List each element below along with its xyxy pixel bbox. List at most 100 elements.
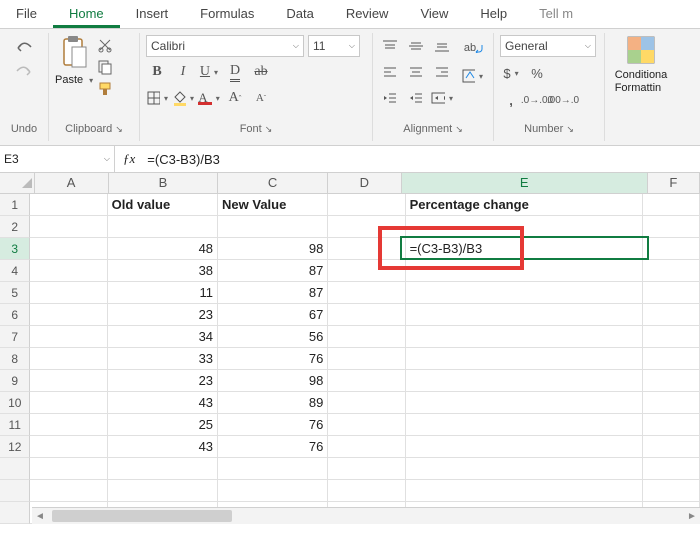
horizontal-scrollbar[interactable]: ◄ ► xyxy=(32,507,700,524)
col-header-F[interactable]: F xyxy=(648,173,700,193)
row-header[interactable]: 2 xyxy=(0,216,30,238)
redo-icon[interactable] xyxy=(14,65,34,79)
cell[interactable]: 76 xyxy=(218,348,328,370)
scroll-left-icon[interactable]: ◄ xyxy=(32,511,48,522)
grid-body[interactable]: 1 Old value New Value Percentage change … xyxy=(0,194,700,524)
col-header-D[interactable]: D xyxy=(328,173,402,193)
decrease-indent-icon[interactable] xyxy=(379,87,401,109)
tab-help[interactable]: Help xyxy=(464,0,523,28)
cell[interactable]: 11 xyxy=(108,282,218,304)
cell[interactable]: 76 xyxy=(218,436,328,458)
cell[interactable]: 87 xyxy=(218,282,328,304)
row-header[interactable]: 11 xyxy=(0,414,30,436)
strikethrough-button[interactable]: ab xyxy=(250,61,272,83)
underline-button[interactable]: U▾ xyxy=(198,61,220,83)
percent-button[interactable]: % xyxy=(526,62,548,84)
row-header[interactable]: 6 xyxy=(0,304,30,326)
tab-home[interactable]: Home xyxy=(53,0,120,28)
paste-button[interactable]: Paste▾ xyxy=(55,35,93,86)
row-header[interactable]: 1 xyxy=(0,194,30,216)
borders-button[interactable]: ▾ xyxy=(146,87,168,109)
cell[interactable]: 43 xyxy=(108,436,218,458)
row-header[interactable]: 8 xyxy=(0,348,30,370)
fill-color-button[interactable]: ▾ xyxy=(172,87,194,109)
cell[interactable]: 98 xyxy=(218,370,328,392)
fx-icon[interactable]: ƒx xyxy=(115,151,143,167)
align-middle-icon[interactable] xyxy=(405,35,427,57)
wrap-text-icon[interactable]: ab xyxy=(461,37,487,59)
tell-me[interactable]: Tell m xyxy=(523,0,589,28)
scroll-right-icon[interactable]: ► xyxy=(684,511,700,522)
cell[interactable]: 23 xyxy=(108,304,218,326)
scroll-thumb[interactable] xyxy=(52,510,232,522)
align-bottom-icon[interactable] xyxy=(431,35,453,57)
tab-view[interactable]: View xyxy=(404,0,464,28)
cell[interactable]: 48 xyxy=(108,238,218,260)
align-right-icon[interactable] xyxy=(431,61,453,83)
cell[interactable]: 98 xyxy=(218,238,328,260)
cell[interactable]: 34 xyxy=(108,326,218,348)
cell[interactable]: 38 xyxy=(108,260,218,282)
cell[interactable]: 87 xyxy=(218,260,328,282)
font-size-select[interactable]: 11⌵ xyxy=(308,35,360,57)
menu-tabs: File Home Insert Formulas Data Review Vi… xyxy=(0,0,700,29)
conditional-formatting-icon[interactable] xyxy=(626,35,656,65)
tab-formulas[interactable]: Formulas xyxy=(184,0,270,28)
align-left-icon[interactable] xyxy=(379,61,401,83)
name-box[interactable]: E3⌵ xyxy=(0,146,115,172)
decrease-decimal-icon[interactable]: .00→.0 xyxy=(552,89,574,111)
row-header[interactable]: 3 xyxy=(0,238,30,260)
row-header[interactable]: 9 xyxy=(0,370,30,392)
orientation-icon[interactable]: ▾ xyxy=(461,65,483,87)
row-header[interactable]: 10 xyxy=(0,392,30,414)
row-header[interactable] xyxy=(0,502,30,524)
cell[interactable]: 25 xyxy=(108,414,218,436)
cell[interactable]: Old value xyxy=(108,194,218,216)
cell[interactable]: 76 xyxy=(218,414,328,436)
cell[interactable]: 89 xyxy=(218,392,328,414)
undo-icon[interactable] xyxy=(14,41,34,55)
cell[interactable]: 67 xyxy=(218,304,328,326)
shrink-font-button[interactable]: Aˇ xyxy=(250,87,272,109)
row-header[interactable]: 5 xyxy=(0,282,30,304)
cut-icon[interactable] xyxy=(97,37,113,53)
double-underline-button[interactable]: D xyxy=(224,61,246,83)
align-top-icon[interactable] xyxy=(379,35,401,57)
number-format-select[interactable]: General⌵ xyxy=(500,35,596,57)
cell[interactable]: New Value xyxy=(218,194,328,216)
font-color-button[interactable]: A▾ xyxy=(198,87,220,109)
formula-input[interactable]: =(C3-B3)/B3 xyxy=(143,152,700,167)
row-header[interactable]: 4 xyxy=(0,260,30,282)
select-all-corner[interactable] xyxy=(0,173,35,193)
align-center-icon[interactable] xyxy=(405,61,427,83)
italic-button[interactable]: I xyxy=(172,61,194,83)
row-header[interactable]: 7 xyxy=(0,326,30,348)
cell[interactable]: 33 xyxy=(108,348,218,370)
col-header-B[interactable]: B xyxy=(109,173,219,193)
row-header[interactable] xyxy=(0,480,30,502)
comma-button[interactable]: , xyxy=(500,89,522,111)
cell[interactable]: 43 xyxy=(108,392,218,414)
row-header[interactable] xyxy=(0,458,30,480)
cell[interactable]: Percentage change xyxy=(406,194,644,216)
tab-file[interactable]: File xyxy=(0,0,53,28)
col-header-A[interactable]: A xyxy=(35,173,109,193)
increase-decimal-icon[interactable]: .0→.00 xyxy=(526,89,548,111)
cell[interactable]: 23 xyxy=(108,370,218,392)
grow-font-button[interactable]: Aˆ xyxy=(224,87,246,109)
tab-insert[interactable]: Insert xyxy=(120,0,185,28)
col-header-E[interactable]: E xyxy=(402,173,648,193)
row-header[interactable]: 12 xyxy=(0,436,30,458)
increase-indent-icon[interactable] xyxy=(405,87,427,109)
currency-button[interactable]: $▾ xyxy=(500,62,522,84)
cell[interactable]: 56 xyxy=(218,326,328,348)
format-painter-icon[interactable] xyxy=(97,81,113,97)
active-cell[interactable]: =(C3-B3)/B3 xyxy=(406,238,644,260)
bold-button[interactable]: B xyxy=(146,61,168,83)
col-header-C[interactable]: C xyxy=(218,173,328,193)
tab-review[interactable]: Review xyxy=(330,0,405,28)
copy-icon[interactable] xyxy=(97,59,113,75)
merge-cells-icon[interactable]: ▾ xyxy=(431,87,453,109)
font-name-select[interactable]: Calibri⌵ xyxy=(146,35,304,57)
tab-data[interactable]: Data xyxy=(270,0,329,28)
